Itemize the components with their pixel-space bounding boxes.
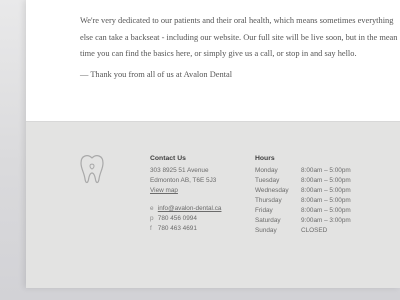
intro-line: time you can find the basics here, or si… (80, 49, 357, 58)
contact-heading: Contact Us (150, 155, 186, 162)
view-map-link[interactable]: View map (150, 187, 178, 194)
hours-day: Saturday (255, 217, 281, 224)
hours-day: Thursday (255, 197, 282, 204)
hours-time: CLOSED (301, 227, 328, 234)
signoff-text: — Thank you from all of us at Avalon Den… (80, 70, 233, 79)
fax-number: 780 463 4691 (157, 225, 197, 232)
hours-row: Wednesday 8:00am – 5:00pm (255, 186, 361, 196)
address-line: 303 8925 51 Avenue (150, 167, 209, 174)
hours-day: Wednesday (255, 187, 289, 194)
hours-day: Friday (255, 207, 273, 214)
hours-row: Sunday CLOSED (255, 226, 361, 236)
fax-label: f (150, 225, 152, 232)
hours-time: 9:00am – 3:00pm (301, 217, 351, 224)
intro-line: We're very dedicated to our patients and… (80, 16, 394, 25)
hours-row: Monday 8:00am – 5:00pm (255, 166, 361, 176)
address-line: Edmonton AB, T6E 5J3 (150, 177, 217, 184)
page-card: We're very dedicated to our patients and… (26, 0, 400, 288)
hours-time: 8:00am – 5:00pm (301, 197, 351, 204)
hours-row: Saturday 9:00am – 3:00pm (255, 216, 361, 226)
hours-column: Hours Monday 8:00am – 5:00pm Tuesday 8:0… (255, 154, 361, 236)
footer: Contact Us 303 8925 51 Avenue Edmonton A… (26, 121, 400, 288)
phone-row: p 780 456 0994 (150, 214, 221, 224)
hours-day: Sunday (255, 227, 277, 234)
hours-row: Friday 8:00am – 5:00pm (255, 206, 361, 216)
tooth-icon (80, 155, 104, 184)
intro-line: else can take a backseat - including our… (80, 32, 398, 42)
phone-number[interactable]: 780 456 0994 (158, 215, 197, 222)
hours-day: Tuesday (255, 177, 280, 184)
hours-heading: Hours (255, 155, 275, 162)
hours-time: 8:00am – 5:00pm (301, 187, 351, 194)
intro-paragraph: We're very dedicated to our patients and… (80, 13, 400, 63)
hours-time: 8:00am – 5:00pm (301, 167, 351, 174)
phone-label: p (150, 215, 154, 222)
hours-row: Tuesday 8:00am – 5:00pm (255, 176, 361, 186)
email-label: e (150, 205, 154, 212)
hours-time: 8:00am – 5:00pm (301, 207, 351, 214)
fax-row: f 780 463 4691 (150, 224, 221, 234)
content-section: We're very dedicated to our patients and… (26, 0, 400, 121)
email-link[interactable]: info@avalon-dental.ca (158, 205, 222, 212)
email-row: e info@avalon-dental.ca (150, 204, 221, 214)
hours-day: Monday (255, 167, 278, 174)
contact-column: Contact Us 303 8925 51 Avenue Edmonton A… (150, 154, 221, 234)
hours-row: Thursday 8:00am – 5:00pm (255, 196, 361, 206)
hours-time: 8:00am – 5:00pm (301, 177, 351, 184)
